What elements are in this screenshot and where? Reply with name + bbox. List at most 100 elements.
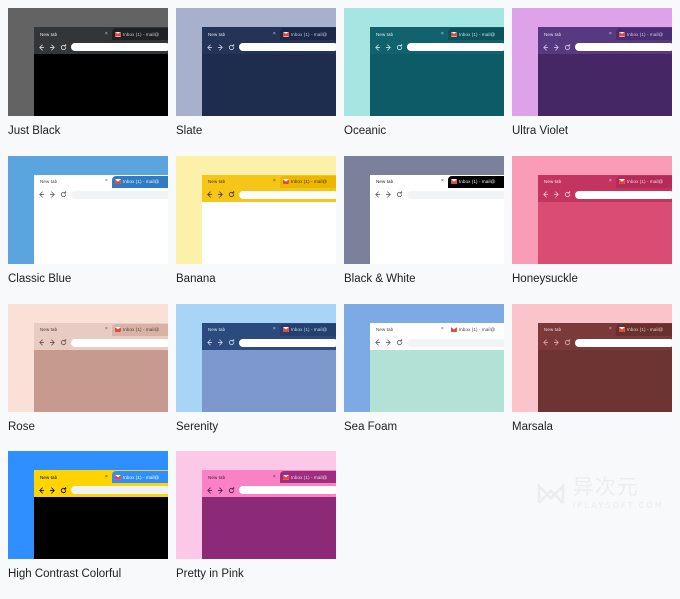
- theme-preview-thumbnail[interactable]: New tab × Inbox (1) - mail@: [8, 303, 168, 412]
- theme-card[interactable]: New tab × Inbox (1) - mail@ Banana: [176, 155, 344, 304]
- address-bar[interactable]: [71, 43, 168, 51]
- address-bar[interactable]: [71, 486, 168, 495]
- theme-preview-thumbnail[interactable]: New tab × Inbox (1) - mail@: [8, 8, 168, 116]
- close-icon[interactable]: ×: [273, 31, 276, 37]
- close-icon[interactable]: ×: [105, 179, 108, 184]
- back-arrow-icon[interactable]: [374, 339, 381, 346]
- close-icon[interactable]: ×: [441, 31, 444, 37]
- close-icon[interactable]: ×: [105, 327, 108, 332]
- theme-card[interactable]: New tab × Inbox (1) - mail@ Sea Foam: [344, 303, 512, 452]
- tab-active[interactable]: New tab ×: [37, 471, 111, 484]
- theme-card[interactable]: New tab × Inbox (1) - mail@ Just Black: [8, 8, 176, 156]
- back-arrow-icon[interactable]: [38, 339, 45, 346]
- address-bar[interactable]: [575, 338, 672, 347]
- tab-active[interactable]: New tab ×: [541, 175, 615, 188]
- back-arrow-icon[interactable]: [542, 339, 549, 346]
- address-bar[interactable]: [239, 190, 336, 199]
- theme-preview-thumbnail[interactable]: New tab × Inbox (1) - mail@: [176, 451, 336, 560]
- tab-active[interactable]: New tab ×: [37, 323, 111, 336]
- close-icon[interactable]: ×: [105, 31, 108, 37]
- tab-active[interactable]: New tab ×: [373, 28, 447, 40]
- theme-preview-thumbnail[interactable]: New tab × Inbox (1) - mail@: [512, 303, 672, 412]
- tab-inactive[interactable]: Inbox (1) - mail@: [279, 471, 336, 484]
- reload-icon[interactable]: [60, 43, 67, 51]
- tab-active[interactable]: New tab ×: [373, 323, 447, 336]
- close-icon[interactable]: ×: [273, 179, 276, 184]
- reload-icon[interactable]: [60, 486, 67, 494]
- theme-preview-thumbnail[interactable]: New tab × Inbox (1) - mail@: [344, 8, 504, 116]
- theme-preview-thumbnail[interactable]: New tab × Inbox (1) - mail@: [176, 155, 336, 264]
- address-bar[interactable]: [71, 190, 168, 199]
- forward-arrow-icon[interactable]: [217, 191, 224, 198]
- tab-inactive[interactable]: Inbox (1) - mail@: [615, 28, 672, 40]
- forward-arrow-icon[interactable]: [217, 339, 224, 346]
- back-arrow-icon[interactable]: [38, 487, 45, 494]
- address-bar[interactable]: [407, 190, 504, 199]
- back-arrow-icon[interactable]: [374, 43, 381, 51]
- tab-inactive[interactable]: Inbox (1) - mail@: [279, 323, 336, 336]
- theme-preview-thumbnail[interactable]: New tab × Inbox (1) - mail@: [344, 155, 504, 264]
- reload-icon[interactable]: [228, 43, 235, 51]
- address-bar[interactable]: [407, 338, 504, 347]
- theme-card[interactable]: New tab × Inbox (1) - mail@ Ultra Violet: [512, 8, 680, 156]
- reload-icon[interactable]: [60, 339, 67, 346]
- forward-arrow-icon[interactable]: [49, 191, 56, 198]
- reload-icon[interactable]: [60, 191, 67, 198]
- forward-arrow-icon[interactable]: [217, 43, 224, 51]
- tab-active[interactable]: New tab ×: [205, 28, 279, 40]
- tab-active[interactable]: New tab ×: [205, 175, 279, 188]
- theme-card[interactable]: New tab × Inbox (1) - mail@ Black & White: [344, 155, 512, 304]
- forward-arrow-icon[interactable]: [553, 339, 560, 346]
- reload-icon[interactable]: [564, 43, 571, 51]
- tab-active[interactable]: New tab ×: [37, 175, 111, 188]
- theme-card[interactable]: New tab × Inbox (1) - mail@ Marsala: [512, 303, 680, 452]
- address-bar[interactable]: [407, 43, 504, 51]
- tab-active[interactable]: New tab ×: [37, 28, 111, 40]
- back-arrow-icon[interactable]: [542, 43, 549, 51]
- theme-card[interactable]: New tab × Inbox (1) - mail@ Slate: [176, 8, 344, 156]
- back-arrow-icon[interactable]: [206, 43, 213, 51]
- theme-card[interactable]: New tab × Inbox (1) - mail@ Pretty in Pink: [176, 451, 344, 599]
- address-bar[interactable]: [239, 338, 336, 347]
- theme-card[interactable]: New tab × Inbox (1) - mail@ Honeysuckle: [512, 155, 680, 304]
- tab-inactive[interactable]: Inbox (1) - mail@: [111, 175, 168, 188]
- tab-inactive[interactable]: Inbox (1) - mail@: [279, 175, 336, 188]
- back-arrow-icon[interactable]: [206, 487, 213, 494]
- theme-preview-thumbnail[interactable]: New tab × Inbox (1) - mail@: [8, 451, 168, 560]
- tab-active[interactable]: New tab ×: [205, 323, 279, 336]
- close-icon[interactable]: ×: [273, 474, 276, 480]
- reload-icon[interactable]: [396, 43, 403, 51]
- theme-card[interactable]: New tab × Inbox (1) - mail@ Oceanic: [344, 8, 512, 156]
- close-icon[interactable]: ×: [441, 327, 444, 332]
- close-icon[interactable]: ×: [609, 179, 612, 184]
- reload-icon[interactable]: [228, 339, 235, 346]
- back-arrow-icon[interactable]: [542, 191, 549, 198]
- tab-inactive[interactable]: Inbox (1) - mail@: [447, 28, 504, 40]
- forward-arrow-icon[interactable]: [385, 43, 392, 51]
- back-arrow-icon[interactable]: [206, 191, 213, 198]
- reload-icon[interactable]: [228, 191, 235, 198]
- tab-active[interactable]: New tab ×: [541, 323, 615, 336]
- tab-active[interactable]: New tab ×: [541, 28, 615, 40]
- forward-arrow-icon[interactable]: [385, 339, 392, 346]
- forward-arrow-icon[interactable]: [553, 191, 560, 198]
- theme-preview-thumbnail[interactable]: New tab × Inbox (1) - mail@: [176, 303, 336, 412]
- tab-inactive[interactable]: Inbox (1) - mail@: [279, 28, 336, 40]
- tab-inactive[interactable]: Inbox (1) - mail@: [615, 323, 672, 336]
- reload-icon[interactable]: [396, 191, 403, 198]
- address-bar[interactable]: [575, 190, 672, 199]
- tab-inactive[interactable]: Inbox (1) - mail@: [615, 175, 672, 188]
- close-icon[interactable]: ×: [441, 179, 444, 184]
- reload-icon[interactable]: [564, 191, 571, 198]
- reload-icon[interactable]: [564, 339, 571, 346]
- theme-preview-thumbnail[interactable]: New tab × Inbox (1) - mail@: [512, 155, 672, 264]
- tab-inactive[interactable]: Inbox (1) - mail@: [111, 471, 168, 484]
- theme-card[interactable]: New tab × Inbox (1) - mail@ Rose: [8, 303, 176, 452]
- close-icon[interactable]: ×: [105, 474, 108, 480]
- theme-preview-thumbnail[interactable]: New tab × Inbox (1) - mail@: [176, 8, 336, 116]
- forward-arrow-icon[interactable]: [385, 191, 392, 198]
- theme-card[interactable]: New tab × Inbox (1) - mail@ High Contrast C…: [8, 451, 176, 599]
- forward-arrow-icon[interactable]: [553, 43, 560, 51]
- theme-card[interactable]: New tab × Inbox (1) - mail@ Serenity: [176, 303, 344, 452]
- theme-preview-thumbnail[interactable]: New tab × Inbox (1) - mail@: [512, 8, 672, 116]
